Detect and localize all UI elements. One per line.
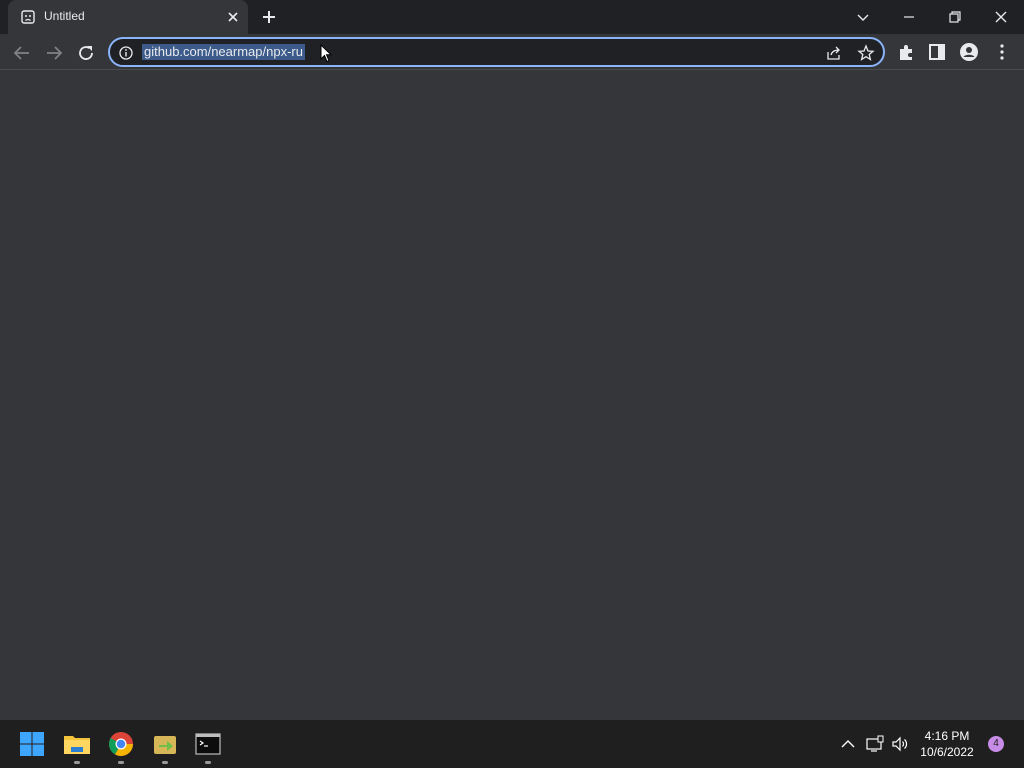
forward-icon[interactable] (42, 41, 66, 65)
page-content (0, 71, 1024, 720)
side-panel-icon[interactable] (926, 41, 948, 63)
close-window-icon[interactable] (988, 4, 1014, 30)
running-indicator (162, 761, 168, 764)
clock-date: 10/6/2022 (920, 745, 974, 759)
network-icon[interactable] (865, 734, 885, 754)
app-icon[interactable] (149, 728, 181, 760)
share-icon[interactable] (825, 44, 843, 62)
star-icon[interactable] (857, 44, 875, 62)
tab-search-icon[interactable] (850, 4, 876, 30)
file-explorer-icon[interactable] (61, 728, 93, 760)
running-indicator (74, 761, 80, 764)
browser-titlebar: Untitled (0, 0, 1024, 34)
windows-start-icon[interactable] (16, 728, 48, 760)
chevron-up-icon[interactable] (838, 734, 858, 754)
reload-icon[interactable] (74, 41, 98, 65)
system-clock[interactable]: 4:16 PM 10/6/2022 (914, 728, 980, 760)
mouse-cursor-icon (320, 44, 332, 63)
running-indicator (118, 761, 124, 764)
address-bar[interactable]: github.com/nearmap/npx-ru (108, 37, 885, 67)
running-indicator (205, 761, 211, 764)
chrome-icon[interactable] (105, 728, 137, 760)
tab-close-icon[interactable] (224, 8, 242, 26)
tab-title: Untitled (44, 9, 85, 23)
url-text[interactable]: github.com/nearmap/npx-ru (142, 44, 305, 60)
new-tab-plus-icon[interactable] (258, 6, 280, 28)
tab-untitled[interactable]: Untitled (8, 0, 248, 34)
info-icon[interactable] (118, 45, 134, 61)
windows-taskbar: 4:16 PM 10/6/2022 4 (0, 720, 1024, 768)
terminal-icon[interactable] (192, 728, 224, 760)
profile-icon[interactable] (958, 41, 980, 63)
notification-badge[interactable]: 4 (988, 736, 1004, 752)
extensions-icon[interactable] (895, 41, 917, 63)
browser-toolbar: github.com/nearmap/npx-ru (0, 34, 1024, 70)
restore-icon[interactable] (942, 4, 968, 30)
menu-icon[interactable] (991, 41, 1013, 63)
minimize-icon[interactable] (896, 4, 922, 30)
clock-time: 4:16 PM (924, 729, 970, 743)
volume-icon[interactable] (890, 734, 910, 754)
sad-face-page-icon (21, 10, 35, 24)
back-icon[interactable] (10, 41, 34, 65)
